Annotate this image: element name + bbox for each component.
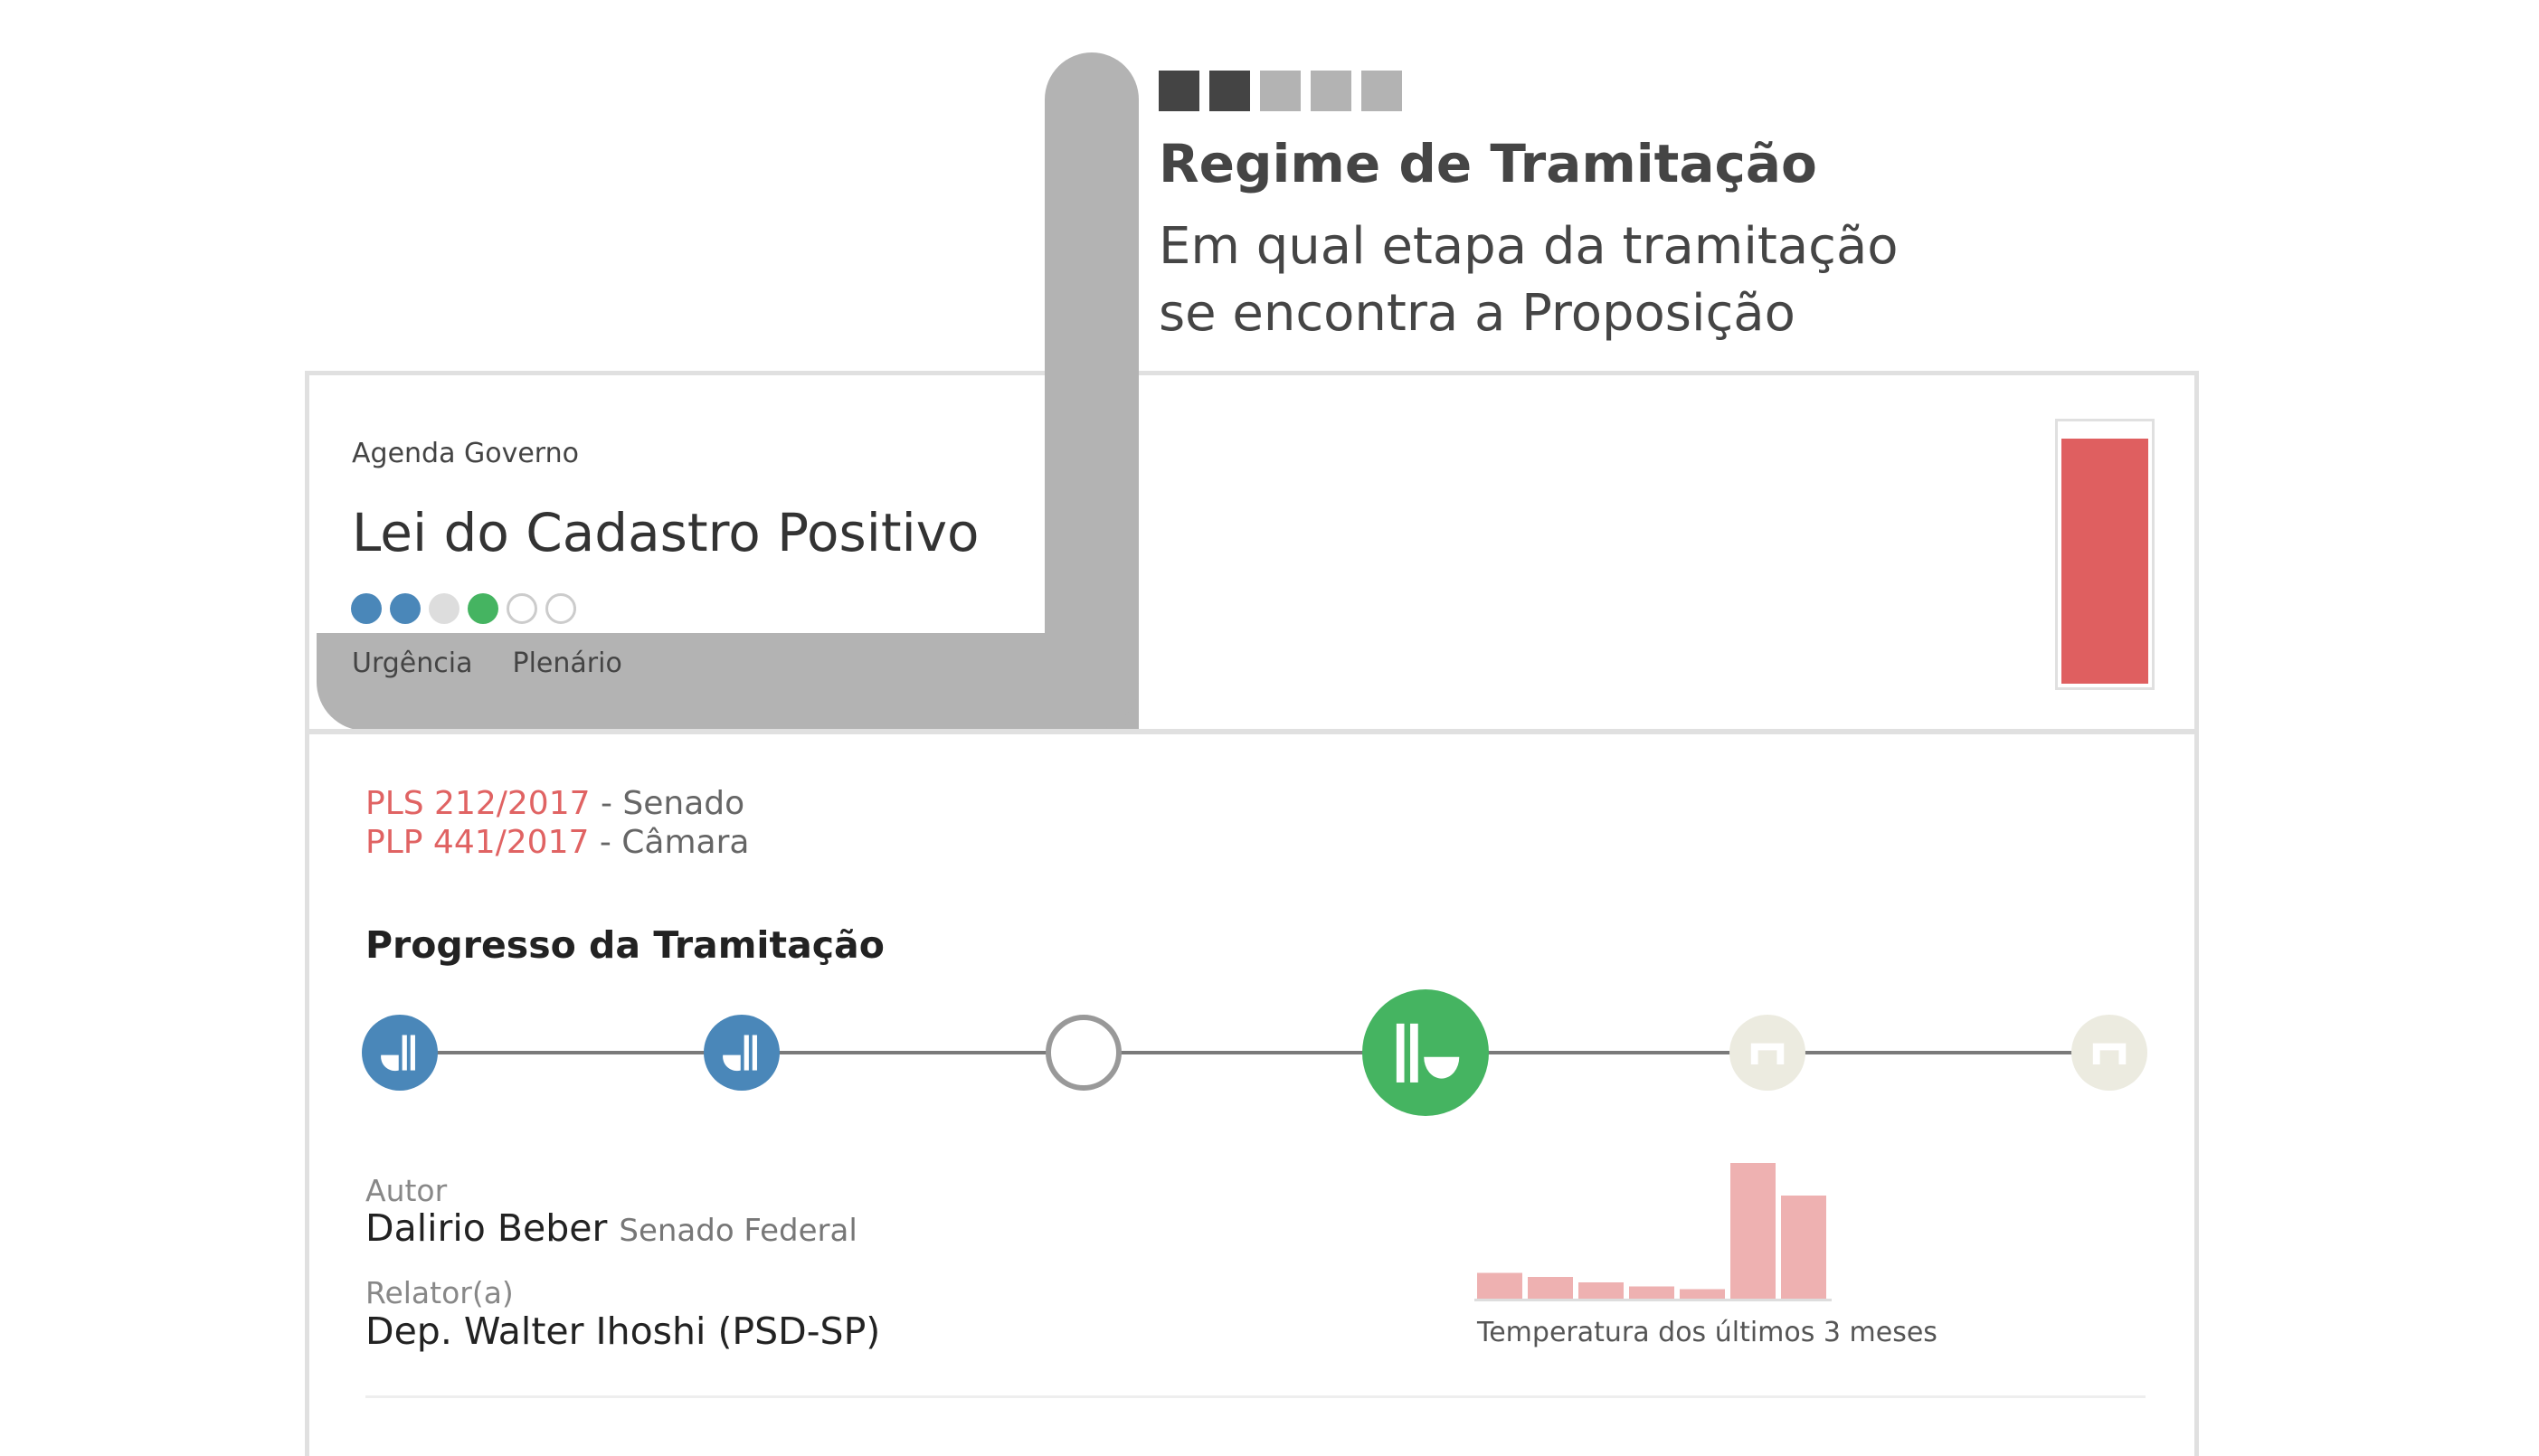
callout-description-line: se encontra a Proposição [1159, 284, 1795, 343]
progress-title: Progresso da Tramitação [365, 923, 885, 967]
progress-step[interactable] [1046, 1015, 1122, 1091]
callout-title: Regime de Tramitação [1159, 133, 1817, 194]
temperature-bar [1730, 1163, 1776, 1299]
author-org: Senado Federal [619, 1213, 857, 1249]
temperature-bar [1477, 1272, 1522, 1299]
author-value: Dalirio Beber Senado Federal [365, 1206, 857, 1250]
proposition-house: - Câmara [589, 824, 750, 861]
temperature-chart [1474, 1163, 1832, 1301]
stage-dot-labels: Urgência Plenário [352, 648, 622, 679]
card-header-divider [309, 729, 2194, 734]
temperature-bar [1629, 1286, 1674, 1299]
committee-icon [1750, 1043, 1785, 1065]
proposition-link-senado[interactable]: PLS 212/2017 - Senado [365, 785, 744, 822]
level-square [1159, 71, 1199, 111]
stage-dot [468, 593, 498, 624]
temperature-baseline [1474, 1299, 1832, 1301]
dot-label-urgencia: Urgência [352, 648, 473, 679]
progress-step[interactable] [1729, 1015, 1805, 1091]
temperature-bar [1578, 1282, 1624, 1299]
level-square [1361, 71, 1402, 111]
highlight-bracket-vertical [1045, 52, 1139, 731]
progress-line [400, 1051, 2109, 1054]
progress-step[interactable] [2071, 1015, 2147, 1091]
bottom-divider [365, 1395, 2146, 1398]
committee-icon [2092, 1043, 2127, 1065]
level-square [1311, 71, 1351, 111]
stage-dot [390, 593, 421, 624]
proposition-code: PLP 441/2017 [365, 824, 590, 861]
progress-step[interactable] [1362, 989, 1489, 1116]
plenary-icon [1396, 1023, 1459, 1083]
temperature-caption: Temperatura dos últimos 3 meses [1477, 1317, 1937, 1348]
empty-circle-icon [1060, 1029, 1107, 1076]
stage-dot [429, 593, 459, 624]
proposition-house: - Senado [590, 785, 745, 822]
dot-label-plenario: Plenário [512, 648, 622, 679]
progress-step[interactable] [362, 1015, 438, 1091]
author-label: Autor [365, 1173, 448, 1208]
temperature-gauge-fill [2061, 438, 2148, 684]
rapporteur-label: Relator(a) [365, 1275, 514, 1310]
level-square [1260, 71, 1301, 111]
plenary-icon [723, 1035, 757, 1072]
agenda-label: Agenda Governo [352, 438, 579, 469]
proposition-code: PLS 212/2017 [365, 785, 591, 822]
proposition-title[interactable]: Lei do Cadastro Positivo [352, 502, 980, 563]
temperature-bar [1528, 1277, 1573, 1299]
temperature-bar [1680, 1289, 1725, 1299]
level-square [1209, 71, 1250, 111]
stage-dot [545, 593, 576, 624]
plenary-icon [381, 1035, 415, 1072]
regime-level-squares [1159, 71, 1402, 111]
rapporteur-name[interactable]: Dep. Walter Ihoshi (PSD-SP) [365, 1309, 880, 1353]
callout-description: Em qual etapa da tramitação se encontra … [1159, 213, 1899, 347]
progress-step[interactable] [704, 1015, 780, 1091]
temperature-bar [1781, 1196, 1826, 1299]
stage-dots [351, 593, 576, 624]
proposition-link-camara[interactable]: PLP 441/2017 - Câmara [365, 824, 749, 861]
stage-dot [351, 593, 382, 624]
author-name[interactable]: Dalirio Beber [365, 1206, 607, 1250]
stage-dot [507, 593, 537, 624]
callout-description-line: Em qual etapa da tramitação [1159, 217, 1899, 276]
temperature-gauge [2055, 419, 2155, 690]
